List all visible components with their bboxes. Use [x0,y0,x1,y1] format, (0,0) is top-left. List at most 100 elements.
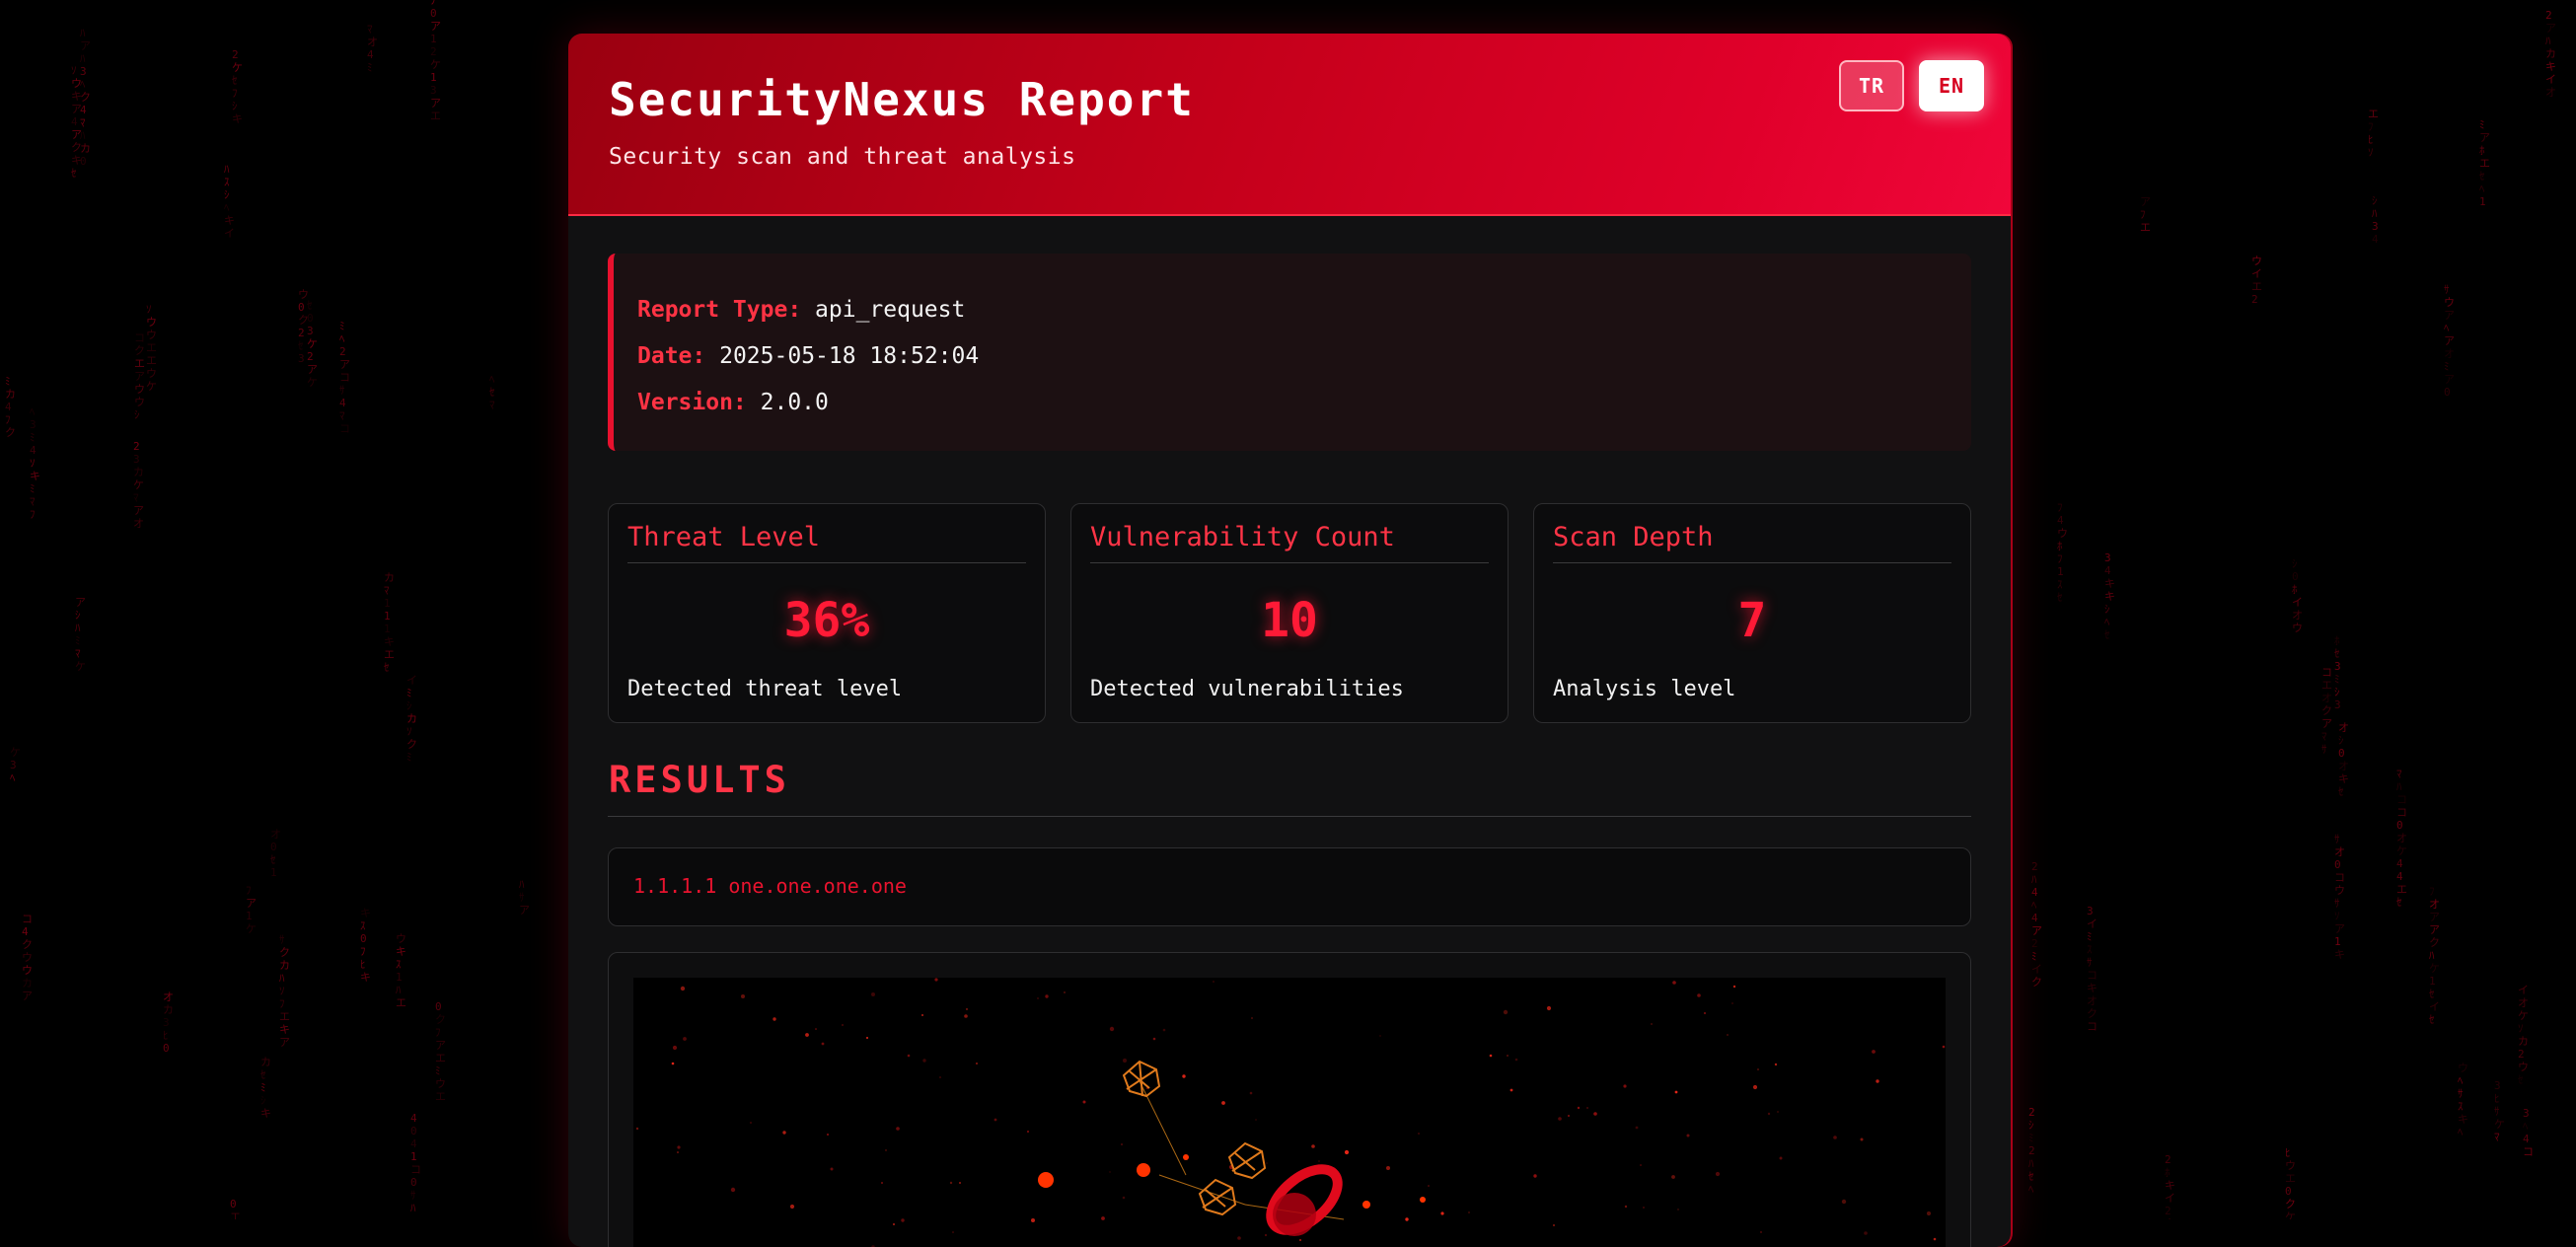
svg-text:4: 4 [2523,1133,2530,1145]
svg-text:コ: コ [339,371,350,384]
svg-text:キ: キ [2165,1179,2175,1192]
result-entry: 1.1.1.1 one.one.one.one [608,847,1971,926]
meta-version: Version: 2.0.0 [637,390,829,415]
svg-text:0: 0 [2334,858,2341,871]
svg-text:ア: ア [2545,22,2556,35]
svg-text:キ: キ [2334,948,2345,961]
svg-text:ﾌ: ﾌ [2368,120,2374,133]
svg-text:キ: キ [360,907,371,919]
svg-text:ア: ア [339,358,350,371]
svg-text:ウ: ウ [2518,1061,2529,1073]
network-node [1038,1172,1054,1188]
svg-text:ﾊ: ﾊ [2396,780,2402,793]
svg-text:オ: オ [2338,760,2349,772]
svg-text:ﾌ: ﾌ [430,0,436,7]
svg-text:カ: カ [2518,1035,2529,1048]
svg-text:ア: ア [519,904,530,917]
svg-text:4: 4 [22,925,29,938]
svg-text:ｻ: ｻ [2458,1087,2464,1100]
svg-text:ﾌ: ﾌ [2429,885,2435,898]
svg-text:ﾎ: ﾎ [2057,540,2063,552]
svg-text:エ: エ [230,1210,241,1219]
svg-text:オ: オ [2338,721,2349,734]
svg-text:オ: オ [2518,996,2529,1009]
svg-text:エ: エ [435,1052,446,1064]
svg-text:ﾍ: ﾍ [2523,1120,2529,1133]
svg-text:1: 1 [2057,565,2064,578]
svg-text:ﾍ: ﾍ [224,201,230,214]
svg-text:0: 0 [80,155,87,168]
svg-text:4: 4 [2031,912,2038,924]
svg-text:ｿ: ｿ [146,303,152,316]
page-title: SecurityNexus Report [609,73,1195,126]
svg-text:ｾ: ｾ [2338,785,2344,798]
svg-text:ケ: ケ [307,376,318,389]
svg-text:キ: キ [2338,772,2349,785]
svg-text:3: 3 [10,759,17,771]
svg-text:3: 3 [2334,660,2341,673]
svg-text:ア: ア [134,370,145,383]
stat-card-vulnerability-count: Vulnerability Count 10 Detected vulnerab… [1070,503,1509,723]
svg-text:ウ: ウ [146,329,157,341]
language-button-tr[interactable]: TR [1839,60,1904,111]
svg-text:ｻ: ｻ [2334,897,2340,910]
svg-text:エ: エ [2396,883,2407,896]
svg-text:オ: オ [2292,609,2303,622]
network-visualization[interactable] [633,978,1946,1247]
meta-report-type: Report Type: api_request [637,297,965,323]
svg-text:ク: ク [5,426,16,439]
svg-text:ﾏ: ﾏ [2396,768,2402,780]
svg-text:ﾎ: ﾎ [2165,1166,2171,1179]
svg-text:ﾐ: ﾐ [435,1064,441,1077]
svg-text:1: 1 [2334,935,2341,948]
svg-text:ﾊ: ﾊ [80,129,86,142]
svg-text:4: 4 [80,104,87,116]
svg-text:ｾ: ｾ [2429,1013,2435,1026]
svg-text:ｻ: ｻ [279,933,285,946]
svg-text:ﾏ: ﾏ [30,495,36,508]
svg-text:1: 1 [246,910,253,922]
svg-text:ケ: ケ [10,746,21,759]
svg-text:ア: ア [430,20,441,33]
stat-card-scan-depth: Scan Depth 7 Analysis level [1533,503,1971,723]
svg-text:ｾ: ｾ [2334,647,2340,660]
svg-text:ア: ア [279,1036,290,1049]
svg-text:3: 3 [2104,551,2111,564]
svg-text:ｼ: ｼ [2104,603,2110,616]
svg-text:カ: カ [80,142,91,155]
svg-text:0: 0 [270,841,277,853]
svg-text:ウ: ウ [435,1077,446,1090]
svg-text:コ: コ [339,422,350,435]
svg-text:ﾋ: ﾋ [2368,133,2374,146]
svg-text:キ: キ [30,470,40,482]
svg-text:ケ: ケ [2285,1210,2296,1219]
svg-text:ケ: ケ [307,337,318,350]
svg-text:2: 2 [232,48,239,61]
svg-text:ｾ: ｾ [71,167,77,180]
svg-text:ア: ア [2444,373,2455,386]
svg-text:ﾐ: ﾐ [2479,118,2485,131]
language-button-en[interactable]: EN [1919,60,1984,111]
svg-text:ﾐ: ﾐ [30,431,36,444]
svg-text:ウ: ウ [22,951,33,964]
svg-text:ﾎ: ﾎ [2334,634,2340,647]
svg-text:コ: コ [2087,1020,2098,1033]
svg-text:2: 2 [2518,1048,2525,1061]
svg-text:ウ: ウ [2285,1159,2296,1172]
svg-text:ﾌ: ﾌ [30,508,36,521]
svg-text:コ: コ [410,1163,421,1176]
svg-text:エ: エ [134,357,145,370]
svg-text:ア: ア [2334,922,2345,935]
stat-title: Threat Level [627,522,821,552]
svg-text:ｿ: ｿ [30,457,36,470]
svg-text:ｼ: ｼ [2334,686,2340,698]
svg-text:ケ: ケ [75,660,86,673]
svg-text:3: 3 [163,1016,170,1029]
svg-text:キ: キ [224,214,235,227]
svg-text:3: 3 [2334,698,2341,711]
svg-text:1: 1 [410,1150,417,1163]
svg-text:キ: キ [2087,982,2098,994]
svg-text:4: 4 [71,115,78,128]
svg-text:4: 4 [339,397,346,409]
svg-text:ウ: ウ [2057,527,2068,540]
